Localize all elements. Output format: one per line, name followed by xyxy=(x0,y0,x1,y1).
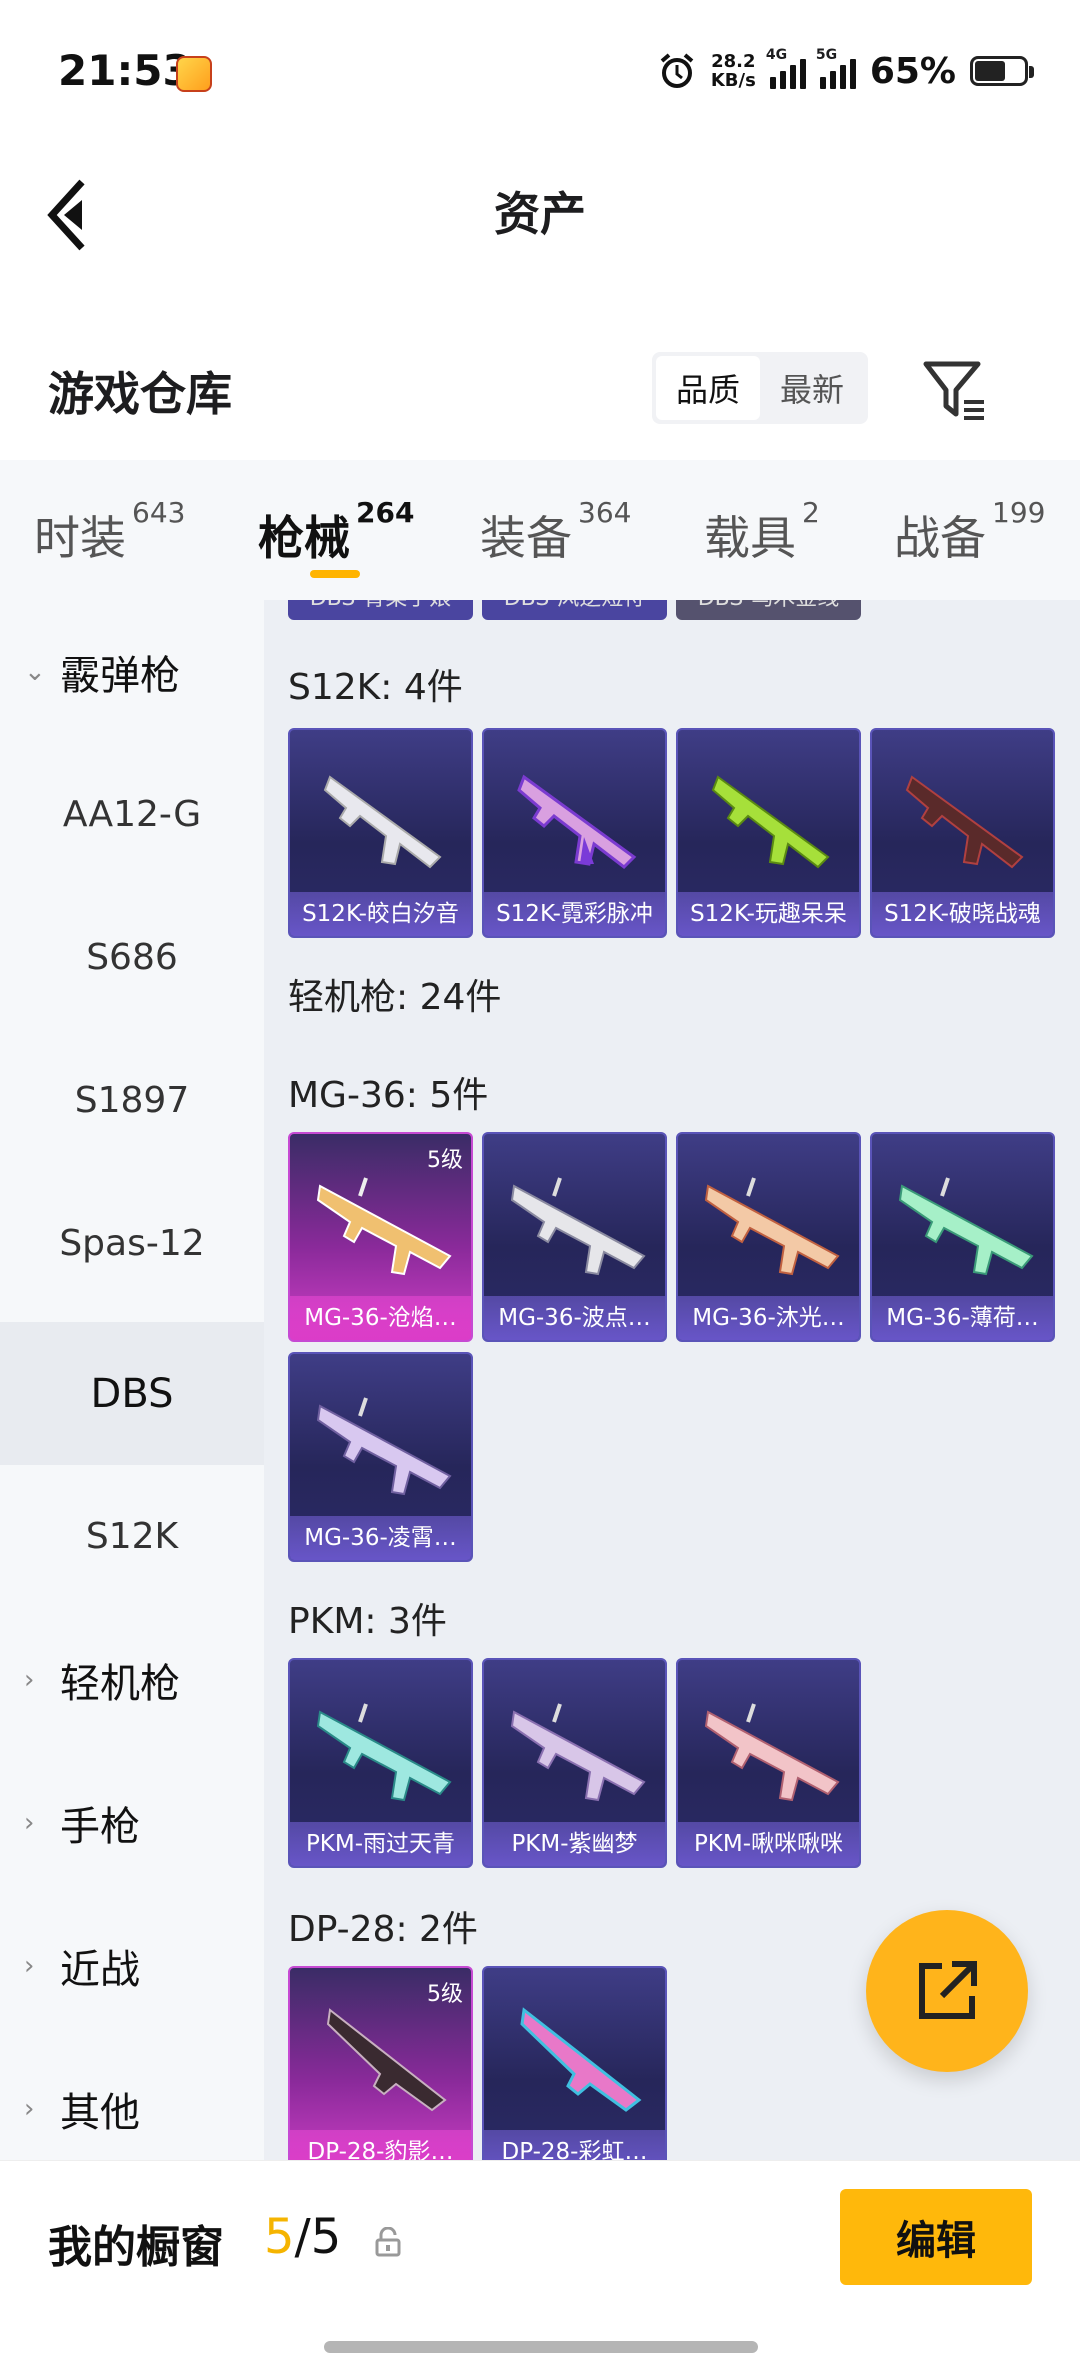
weapon-card[interactable]: S12K-霓彩脉冲 xyxy=(482,728,667,938)
weapon-card[interactable]: MG-36-波点… xyxy=(482,1132,667,1342)
signal-4g-icon: 4G xyxy=(766,47,806,89)
sidebar-item-dbs[interactable]: DBS xyxy=(0,1322,264,1465)
chevron-down-icon: ⌄ xyxy=(24,656,46,687)
weapon-card[interactable]: MG-36-沐光… xyxy=(676,1132,861,1342)
weapon-card[interactable]: S12K-破晓战魂 xyxy=(870,728,1055,938)
weapon-card[interactable]: MG-36-凌霄… xyxy=(288,1352,473,1562)
weapon-card[interactable]: S12K-玩趣呆呆 xyxy=(676,728,861,938)
showcase-count: 5/5 xyxy=(264,2209,342,2265)
weapon-card[interactable]: MG-36-薄荷… xyxy=(870,1132,1055,1342)
weapon-card[interactable]: 5级 DP-28-豹影… xyxy=(288,1966,473,2160)
sidebar-item-s1897[interactable]: S1897 xyxy=(0,1029,264,1172)
edit-button[interactable]: 编辑 xyxy=(840,2189,1032,2285)
alarm-icon xyxy=(660,53,694,88)
top-navigation: 资产 xyxy=(0,140,1080,320)
filter-icon[interactable] xyxy=(920,356,990,426)
status-bar: 21:53 28.2 KB/s 4G 5G 65% xyxy=(0,0,1080,140)
item-card-partial[interactable]: DBS-乌木金线 xyxy=(676,600,861,620)
rifle-icon xyxy=(520,2007,642,2112)
machine-gun-icon xyxy=(704,1177,840,1276)
category-tabs: 时装 643 枪械 264 装备 364 载具 2 战备 199 xyxy=(0,460,1080,600)
sidebar-item-pistol[interactable]: › 手枪 xyxy=(0,1751,264,1894)
share-button[interactable] xyxy=(866,1910,1028,2072)
signal-5g-icon: 5G xyxy=(816,47,856,89)
weapon-card[interactable]: 5级 MG-36-沧焰… xyxy=(288,1132,473,1342)
shotgun-icon xyxy=(323,775,442,869)
page-title: 资产 xyxy=(494,187,586,241)
sidebar-item-aa12g[interactable]: AA12-G xyxy=(0,743,264,886)
section-title-lmg: 轻机枪: 24件 xyxy=(288,977,502,1018)
home-indicator[interactable] xyxy=(324,2341,758,2353)
rifle-icon xyxy=(326,2008,447,2112)
chevron-right-icon: › xyxy=(24,2093,35,2124)
chevron-right-icon: › xyxy=(24,1950,35,1981)
machine-gun-icon xyxy=(316,1177,452,1276)
tab-vehicles[interactable]: 载具 2 xyxy=(704,496,820,568)
tab-fashion[interactable]: 时装 643 xyxy=(34,496,185,568)
battery-icon xyxy=(970,56,1034,86)
lock-icon xyxy=(375,2227,401,2257)
weapon-card[interactable]: PKM-紫幽梦 xyxy=(482,1658,667,1868)
machine-gun-icon xyxy=(316,1397,452,1496)
section-title-mg36: MG-36: 5件 xyxy=(288,1075,489,1116)
sidebar-item-lmg[interactable]: › 轻机枪 xyxy=(0,1608,264,1751)
sidebar-item-spas12[interactable]: Spas-12 xyxy=(0,1172,264,1315)
clock: 21:53 xyxy=(58,46,192,95)
network-speed: 28.2 KB/s xyxy=(710,51,756,91)
weapon-card[interactable]: DP-28-彩虹… xyxy=(482,1966,667,2160)
item-card-partial[interactable]: DBS-青柔手娘 xyxy=(288,600,473,620)
shotgun-icon xyxy=(905,775,1024,869)
weapon-card[interactable]: PKM-啾咪啾咪 xyxy=(676,1658,861,1868)
battery-percent: 65% xyxy=(869,50,956,92)
warehouse-title: 游戏仓库 xyxy=(48,367,232,421)
item-card-partial[interactable]: DBS-风逆短符 xyxy=(482,600,667,620)
weapon-card[interactable]: PKM-雨过天青 xyxy=(288,1658,473,1868)
machine-gun-icon xyxy=(510,1703,646,1802)
sidebar-item-other[interactable]: › 其他 xyxy=(0,2037,264,2160)
game-app-icon xyxy=(176,56,212,92)
chevron-right-icon: › xyxy=(24,1664,35,1695)
sort-toggle: 品质 最新 xyxy=(652,352,868,424)
shotgun-icon xyxy=(517,774,637,869)
tab-supplies[interactable]: 战备 199 xyxy=(894,496,1045,568)
tab-weapons[interactable]: 枪械 264 xyxy=(258,496,414,568)
share-icon xyxy=(919,1961,977,2019)
machine-gun-icon xyxy=(316,1703,452,1802)
machine-gun-icon xyxy=(898,1177,1034,1276)
weapon-category-sidebar: ⌄ 霰弹枪 AA12-G S686 S1897 Spas-12 DBS S12K … xyxy=(0,600,264,2160)
sidebar-item-shotgun[interactable]: ⌄ 霰弹枪 xyxy=(0,600,264,743)
sidebar-item-melee[interactable]: › 近战 xyxy=(0,1894,264,2037)
active-tab-indicator xyxy=(310,570,360,578)
weapon-card[interactable]: S12K-皎白汐音 xyxy=(288,728,473,938)
warehouse-header: 游戏仓库 品质 最新 xyxy=(0,320,1080,460)
showcase-bar: 我的橱窗 5/5 编辑 xyxy=(0,2160,1080,2375)
section-title-dp28: DP-28: 2件 xyxy=(288,1909,478,1950)
machine-gun-icon xyxy=(510,1177,646,1276)
showcase-label: 我的橱窗 xyxy=(48,2222,224,2273)
sort-newest-button[interactable]: 最新 xyxy=(760,356,864,420)
chevron-right-icon: › xyxy=(24,1807,35,1838)
section-title-pkm: PKM: 3件 xyxy=(288,1601,447,1642)
sidebar-item-s12k[interactable]: S12K xyxy=(0,1465,264,1608)
tab-equipment[interactable]: 装备 364 xyxy=(480,496,631,568)
shotgun-icon xyxy=(711,775,830,869)
sidebar-item-s686[interactable]: S686 xyxy=(0,886,264,1029)
machine-gun-icon xyxy=(704,1703,840,1802)
section-title-s12k: S12K: 4件 xyxy=(288,667,463,708)
sort-quality-button[interactable]: 品质 xyxy=(656,356,760,420)
